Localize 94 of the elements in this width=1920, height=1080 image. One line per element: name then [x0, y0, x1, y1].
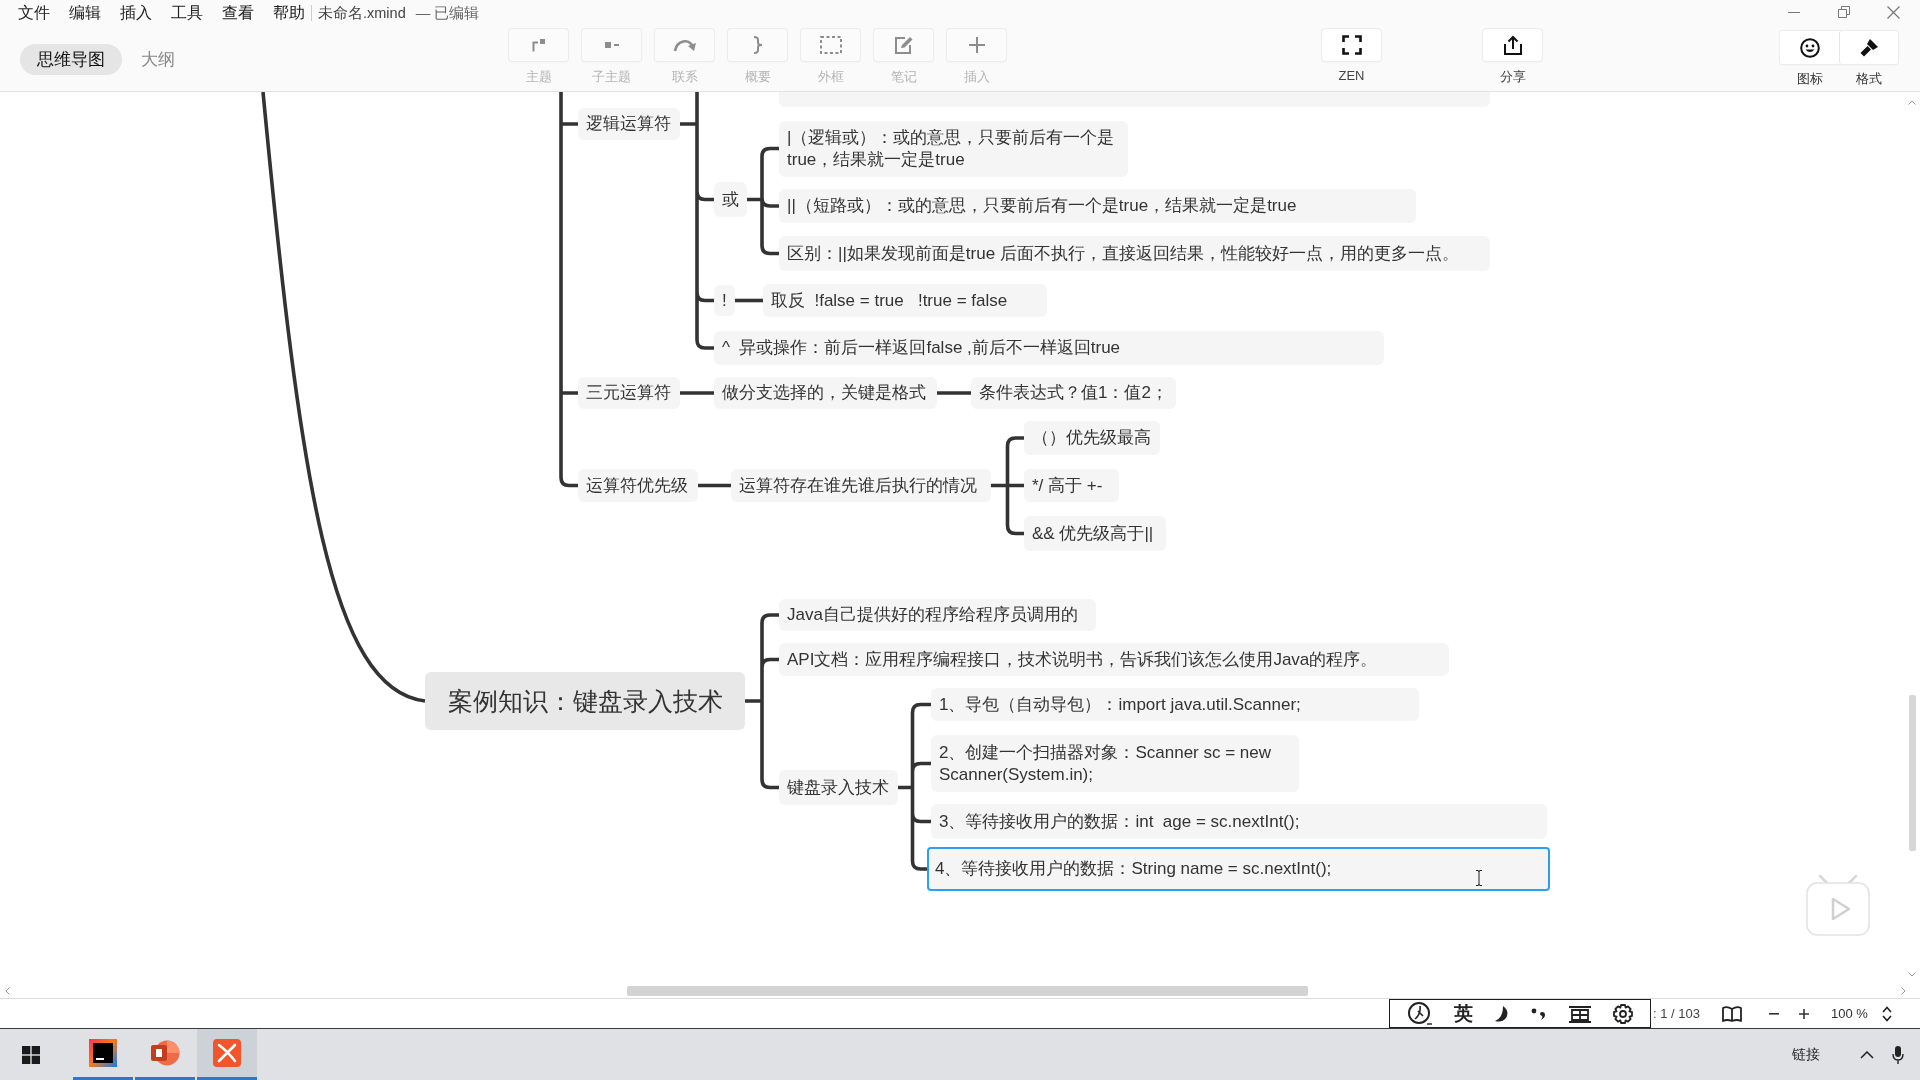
topic-node[interactable]: （）优先级最高	[1024, 421, 1160, 455]
scrollbar-thumb[interactable]	[1909, 695, 1916, 851]
zoom-out-icon[interactable]	[1769, 1012, 1779, 1015]
topic-node[interactable]: 或	[714, 182, 747, 217]
format-panel-button[interactable]	[1839, 31, 1898, 64]
view-tab[interactable]: 思维导图	[20, 44, 122, 75]
paintbrush-icon	[1859, 37, 1879, 58]
toolbar-label: 笔记	[890, 68, 917, 86]
fullscreen-icon	[1341, 35, 1362, 55]
topic-node[interactable]: 运算符存在谁先谁后执行的情况	[731, 469, 991, 502]
panel-button-label: 格式	[1854, 70, 1883, 88]
toolbar-label: 概要	[744, 68, 771, 86]
topic-node[interactable]: 4、等待接收用户的数据：String name = sc.nextInt();	[927, 847, 1550, 891]
topic-node[interactable]: !	[714, 285, 735, 316]
scroll-up-icon[interactable]	[1908, 100, 1916, 105]
toolbar-label: 外框	[817, 68, 844, 86]
topic-node[interactable]: API文档：应用程序编程接口，技术说明书，告诉我们该怎么使用Java的程序。	[779, 643, 1449, 676]
ide-app-icon	[89, 1039, 117, 1067]
topic-node[interactable]: 键盘录入技术	[779, 770, 898, 805]
windows-logo-icon[interactable]	[22, 1045, 40, 1064]
topic-node[interactable]: 3、等待接收用户的数据：int age = sc.nextInt();	[931, 804, 1547, 839]
topic-node[interactable]: 三元运算符	[578, 377, 680, 409]
mind-map-app-icon	[213, 1039, 241, 1067]
input-method-logo-icon[interactable]	[1406, 1001, 1433, 1026]
menu-item[interactable]: 文件	[18, 2, 50, 24]
topic-node[interactable]: && 优先级高于||	[1024, 516, 1166, 551]
topic-node[interactable]: 取反 !false = true !true = false	[763, 284, 1047, 317]
zen-button[interactable]	[1322, 29, 1381, 61]
smiley-icon	[1799, 37, 1820, 58]
subtopic-icon	[604, 42, 619, 48]
topic-node[interactable]: 2、创建一个扫描器对象：Scanner sc = new Scanner(System.in);	[931, 735, 1299, 792]
topic-node[interactable]: */ 高于 +-	[1024, 469, 1119, 502]
topic-node[interactable]: Java自己提供好的程序给程序员调用的	[779, 599, 1096, 631]
document-status: — 已编辑	[415, 3, 480, 23]
moon-icon[interactable]	[1493, 1004, 1510, 1023]
topic-node[interactable]: 做分支选择的，关键是格式	[714, 377, 937, 409]
microphone-icon[interactable]	[1892, 1045, 1904, 1064]
share-button[interactable]	[1483, 29, 1542, 61]
dashed-frame-icon	[819, 36, 842, 54]
menu-item[interactable]: 帮助	[273, 2, 305, 24]
scrollbar-thumb[interactable]	[627, 985, 1308, 996]
toolbar-label: 主题	[525, 68, 552, 86]
minimize-icon[interactable]	[1788, 11, 1800, 13]
mindmap-app-button[interactable]	[197, 1029, 257, 1080]
toolbar-label: 分享	[1499, 68, 1526, 86]
branch-line	[937, 391, 971, 395]
document-title: 未命名.xmind	[318, 3, 406, 23]
share-icon	[1502, 35, 1523, 55]
scroll-right-icon[interactable]	[1901, 986, 1906, 995]
topic-node[interactable]: 1、导包（自动导包）：import java.util.Scanner;	[931, 688, 1419, 721]
topic-count: : 1 / 103	[1653, 1006, 1700, 1021]
note-pencil-icon	[893, 35, 914, 55]
plus-icon	[968, 37, 985, 53]
toolbar-label: 插入	[963, 68, 990, 86]
soft-keyboard-icon[interactable]	[1568, 1004, 1593, 1023]
gear-icon[interactable]	[1613, 1003, 1634, 1024]
play-icon	[1805, 875, 1871, 937]
topic-node[interactable]: |（逻辑或）：或的意思，只要前后有一个是 true，结果就一定是true	[779, 121, 1128, 177]
branch-line	[680, 391, 714, 395]
text-cursor-icon	[1475, 870, 1483, 886]
topic-node[interactable]: ||（短路或）：或的意思，只要前后有一个是true，结果就一定是true	[779, 189, 1416, 223]
branch-line	[698, 483, 731, 488]
chevron-up-icon[interactable]	[1860, 1050, 1874, 1059]
toolbar-label: 子主题	[592, 68, 631, 86]
toolbar-label: 联系	[671, 68, 698, 86]
presentation-app-icon	[150, 1039, 180, 1067]
curved-arrow-icon	[672, 38, 697, 52]
close-icon[interactable]	[1887, 5, 1900, 19]
topic-node[interactable]: ^ 异或操作：前后一样返回false ,前后不一样返回true	[714, 331, 1384, 365]
scroll-left-icon[interactable]	[5, 986, 10, 995]
menu-item[interactable]: 编辑	[69, 2, 101, 24]
menu-item[interactable]: 插入	[120, 2, 152, 24]
panel-button-label: 图标	[1795, 70, 1824, 88]
zoom-level[interactable]: 100 %	[1831, 1006, 1868, 1021]
up-down-arrows-icon[interactable]	[1881, 1005, 1892, 1022]
central-topic-node[interactable]: 案例知识：键盘录入技术	[425, 672, 745, 730]
scroll-down-icon[interactable]	[1908, 972, 1916, 977]
icons-panel-button[interactable]	[1780, 31, 1839, 64]
restore-icon[interactable]	[1837, 6, 1850, 18]
topic-node[interactable]: 区别：||如果发现前面是true 后面不执行，直接返回结果，性能较好一点，用的更多一点。	[779, 236, 1490, 271]
topic-icon	[531, 38, 546, 52]
brace-icon	[752, 36, 763, 54]
input-mode-toggle[interactable]: 英	[1453, 1000, 1473, 1027]
punctuation-icon[interactable]	[1531, 1007, 1548, 1020]
menu-item[interactable]: 工具	[171, 2, 203, 24]
topic-node[interactable]: 运算符优先级	[578, 469, 698, 502]
topic-node[interactable]: 条件表达式？值1：值2；	[971, 377, 1176, 409]
zoom-in-icon[interactable]	[1799, 1008, 1809, 1019]
open-book-icon[interactable]	[1722, 1005, 1742, 1022]
topic-node[interactable]: 逻辑运算符	[578, 108, 680, 140]
toolbar-label: ZEN	[1338, 68, 1365, 83]
branch-line	[732, 298, 763, 303]
tray-label[interactable]: 链接	[1792, 1045, 1820, 1064]
menu-item[interactable]: 查看	[222, 2, 254, 24]
